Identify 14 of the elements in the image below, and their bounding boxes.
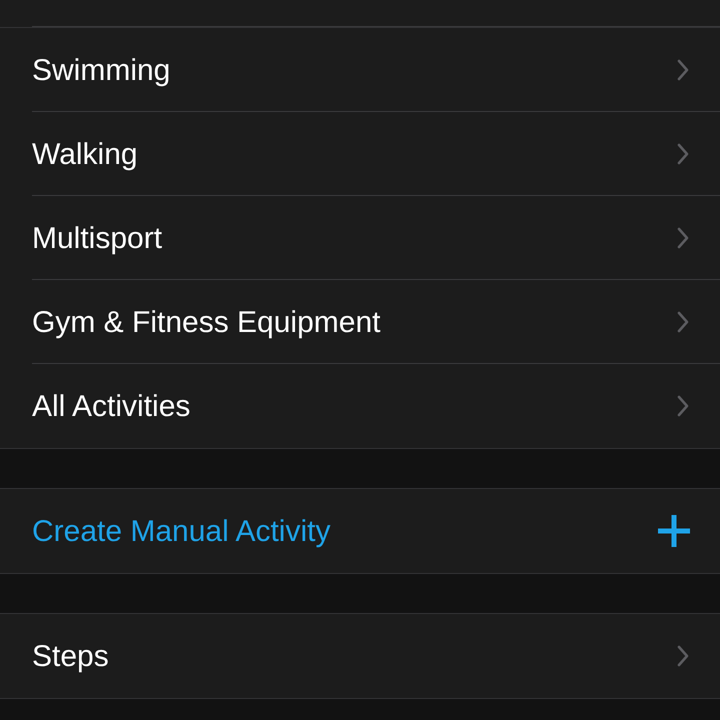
chevron-right-icon — [676, 58, 690, 82]
chevron-right-icon — [676, 226, 690, 250]
list-row[interactable]: Steps — [0, 614, 720, 698]
list-row[interactable]: Walking — [0, 112, 720, 196]
chevron-right-icon — [676, 142, 690, 166]
plus-icon — [658, 515, 690, 547]
list-row[interactable]: Multisport — [0, 196, 720, 280]
list-row[interactable]: All Activities — [0, 364, 720, 448]
list-row[interactable]: Gym & Fitness Equipment — [0, 280, 720, 364]
chevron-right-icon — [676, 310, 690, 334]
chevron-right-icon — [676, 644, 690, 668]
list-row[interactable]: Swimming — [0, 28, 720, 112]
create-activity-row[interactable]: Create Manual Activity — [0, 489, 720, 573]
chevron-right-icon — [676, 394, 690, 418]
